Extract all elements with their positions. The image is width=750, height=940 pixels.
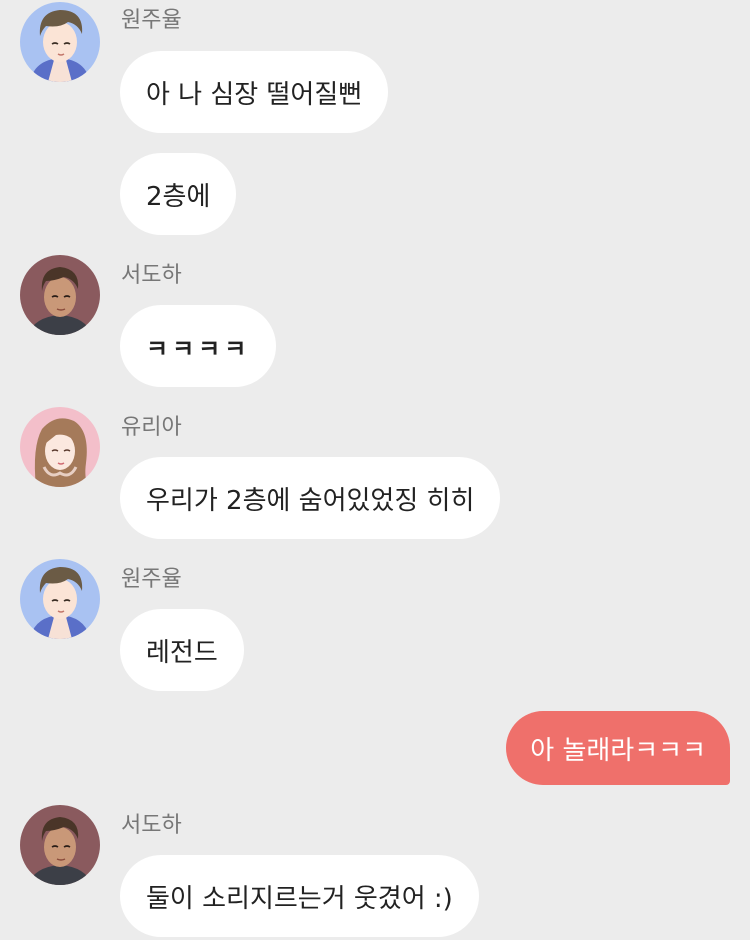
sender-name: 원주율 — [121, 8, 182, 33]
avatar-boy-dark[interactable] — [20, 805, 100, 885]
message-bubble[interactable]: 아 나 심장 떨어질뻔 — [120, 51, 389, 133]
chat-thread: 원주율 아 나 심장 떨어질뻔 2층에 서도하 ㅋㅋㅋㅋ 유리아 우리가 2층에… — [0, 0, 750, 940]
message-bubble[interactable]: 2층에 — [120, 153, 237, 235]
avatar-girl-pink[interactable] — [20, 407, 100, 487]
my-message-bubble[interactable]: 아 놀래라ㅋㅋㅋ — [506, 711, 730, 785]
message-bubble[interactable]: 우리가 2층에 숨어있었징 히히 — [120, 457, 501, 539]
sender-name: 유리아 — [121, 415, 182, 440]
sender-name: 서도하 — [121, 263, 182, 288]
boy-dark-avatar-icon — [20, 805, 100, 885]
message-bubble[interactable]: 레전드 — [120, 609, 244, 691]
boy-blue-avatar-icon — [20, 559, 100, 639]
message-bubble[interactable]: 둘이 소리지르는거 웃겼어 :) — [120, 855, 479, 937]
message-bubble[interactable]: ㅋㅋㅋㅋ — [120, 305, 277, 387]
avatar-boy-blue[interactable] — [20, 559, 100, 639]
sender-name: 서도하 — [121, 813, 182, 838]
girl-pink-avatar-icon — [20, 407, 100, 487]
sender-name: 원주율 — [121, 567, 182, 592]
boy-dark-avatar-icon — [20, 255, 100, 335]
avatar-boy-blue[interactable] — [20, 2, 100, 82]
avatar-boy-dark[interactable] — [20, 255, 100, 335]
boy-blue-avatar-icon — [20, 2, 100, 82]
